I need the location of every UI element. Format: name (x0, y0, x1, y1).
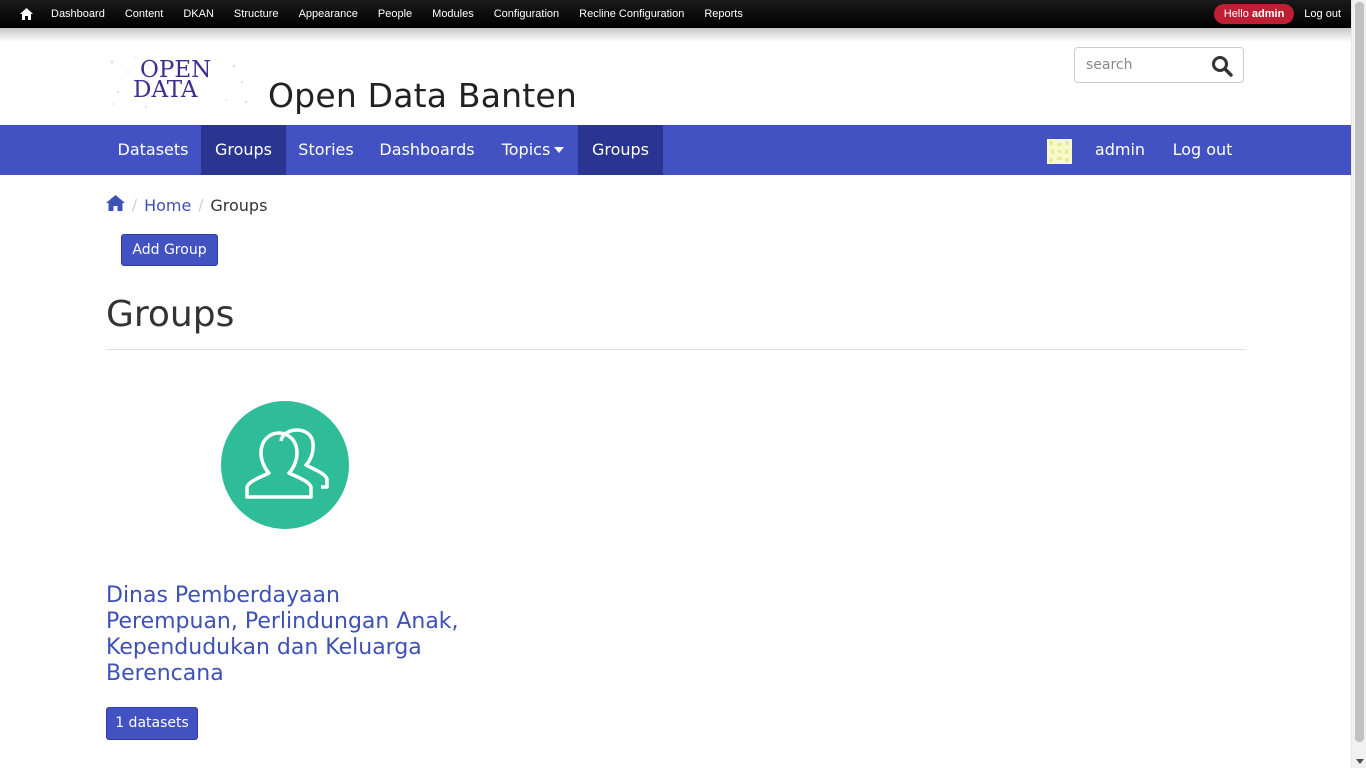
nav-item-groups[interactable]: Groups (201, 125, 286, 175)
main-nav: Datasets Groups Stories Dashboards Topic… (0, 125, 1351, 175)
breadcrumb: / Home / Groups (106, 195, 267, 215)
search-icon[interactable] (1211, 55, 1233, 77)
nav-item-label: Groups (591, 140, 650, 159)
page-title: Groups (106, 294, 235, 335)
home-icon[interactable] (16, 0, 36, 28)
nav-item-label: Stories (298, 140, 354, 159)
group-datasets-button[interactable]: 1 datasets (106, 707, 198, 740)
group-title-link[interactable]: Dinas Pemberdayaan Perempuan, Perlindung… (106, 583, 466, 687)
nav-item-logout[interactable]: Log out (1160, 125, 1245, 175)
toolbar-link-appearance[interactable]: Appearance (289, 0, 368, 28)
nav-item-label: Dashboards (379, 140, 475, 159)
scrollbar-thumb[interactable] (1355, 2, 1364, 742)
site-logo[interactable]: OPEN DATA (106, 52, 251, 112)
toolbar-link-structure[interactable]: Structure (224, 0, 289, 28)
add-group-button[interactable]: Add Group (121, 234, 218, 266)
nav-item-user[interactable]: admin (1082, 125, 1158, 175)
caret-down-icon (554, 146, 565, 153)
toolbar-logout-link[interactable]: Log out (1304, 8, 1341, 20)
nav-item-datasets[interactable]: Datasets (106, 125, 200, 175)
toolbar-link-dkan[interactable]: DKAN (173, 0, 224, 28)
toolbar-link-configuration[interactable]: Configuration (484, 0, 569, 28)
toolbar-link-recline-configuration[interactable]: Recline Configuration (569, 0, 694, 28)
breadcrumb-current: Groups (210, 195, 268, 215)
breadcrumb-home-link[interactable]: Home (144, 196, 191, 215)
toolbar-link-dashboard[interactable]: Dashboard (42, 0, 115, 28)
nav-user-label: admin (1094, 140, 1146, 159)
nav-item-label: Topics (501, 140, 551, 159)
toolbar-link-content[interactable]: Content (115, 0, 174, 28)
admin-toolbar: Dashboard Content DKAN Structure Appeara… (0, 0, 1351, 28)
nav-item-label: Groups (214, 140, 273, 159)
nav-item-stories[interactable]: Stories (286, 125, 366, 175)
hello-user-badge[interactable]: Hello admin (1213, 4, 1295, 24)
site-name[interactable]: Open Data Banten (268, 76, 577, 115)
nav-item-label: Datasets (117, 140, 189, 159)
avatar[interactable] (1047, 139, 1072, 164)
toolbar-link-reports[interactable]: Reports (694, 0, 753, 28)
scroll-down-arrow-icon[interactable] (1356, 759, 1364, 764)
nav-item-topics[interactable]: Topics (488, 125, 578, 175)
nav-item-groups-2[interactable]: Groups (578, 125, 663, 175)
group-users-icon[interactable] (221, 401, 349, 529)
toolbar-shadow (0, 28, 1351, 42)
divider (106, 349, 1246, 350)
logo-text-data: DATA (133, 77, 198, 103)
breadcrumb-separator: / (198, 196, 204, 214)
home-icon[interactable] (106, 195, 125, 215)
toolbar-link-people[interactable]: People (368, 0, 422, 28)
scrollbar[interactable] (1351, 0, 1366, 768)
toolbar-link-modules[interactable]: Modules (422, 0, 484, 28)
nav-item-dashboards[interactable]: Dashboards (366, 125, 488, 175)
breadcrumb-separator: / (132, 196, 138, 214)
hello-prefix: Hello (1223, 8, 1249, 20)
nav-logout-label: Log out (1172, 140, 1233, 159)
hello-username: admin (1251, 8, 1285, 20)
search-input[interactable] (1086, 57, 1206, 73)
search-box (1074, 47, 1244, 83)
